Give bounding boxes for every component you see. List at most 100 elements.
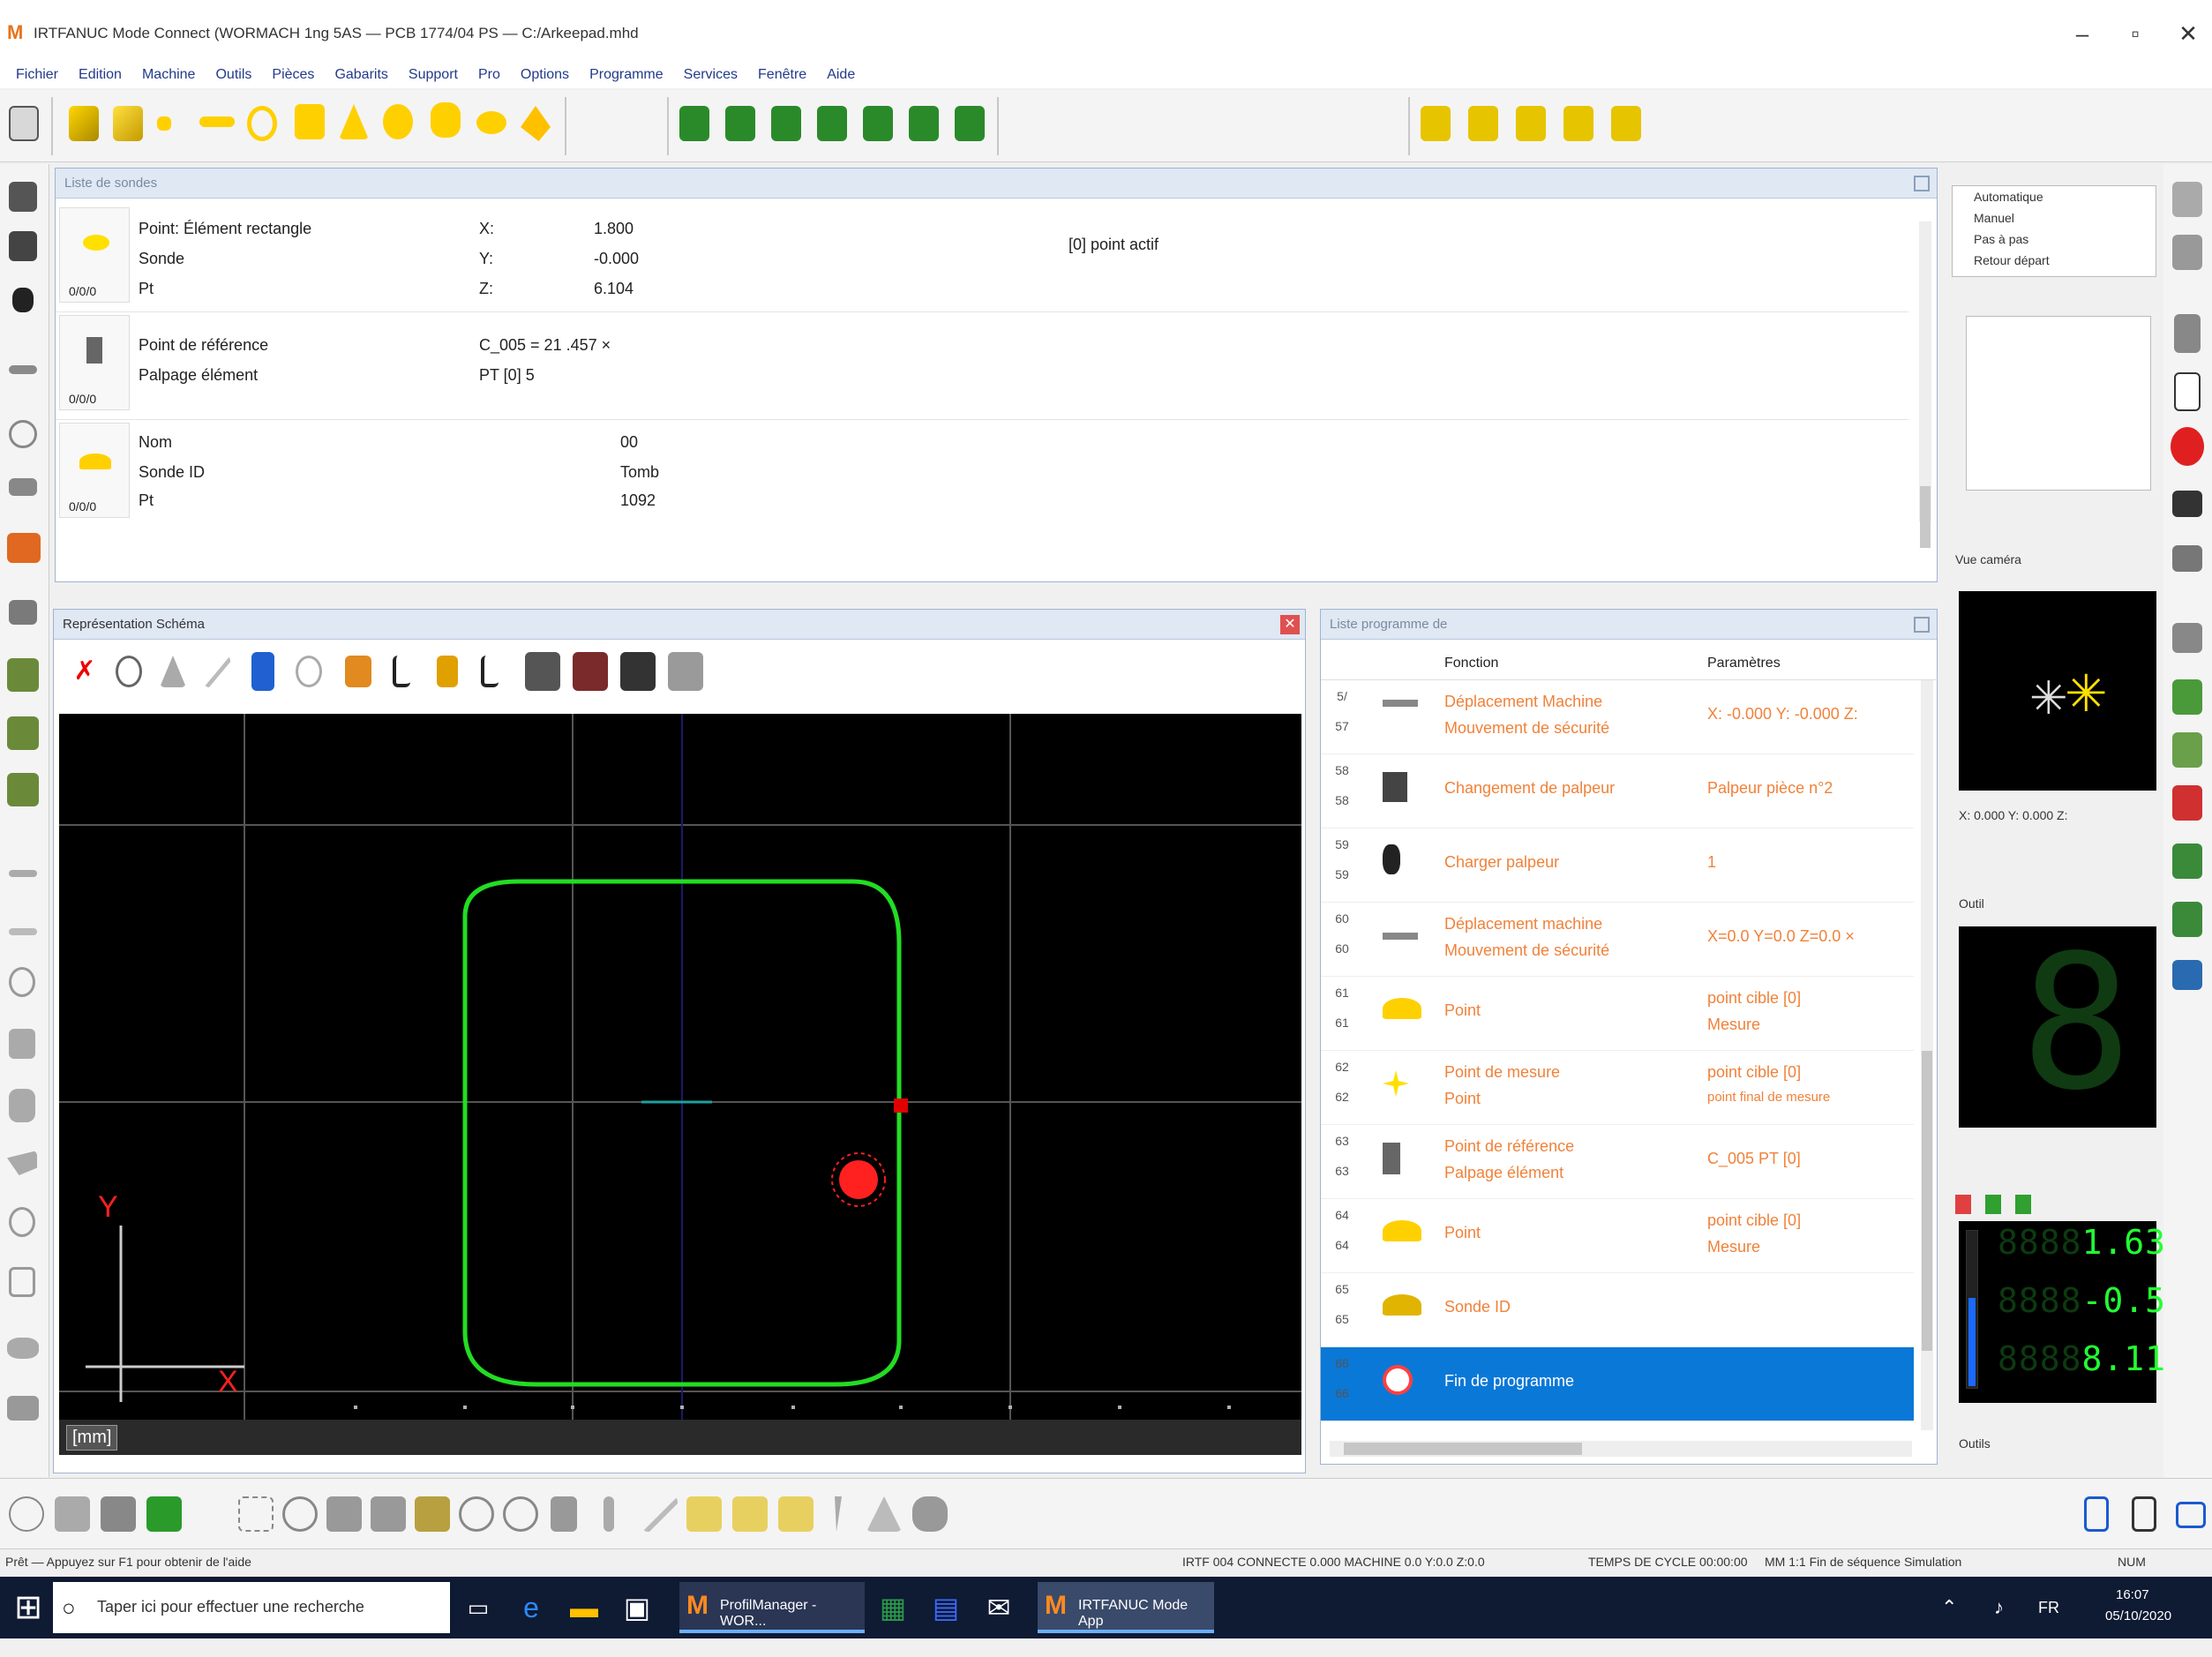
window-2-icon[interactable] <box>2132 1496 2156 1532</box>
pin-icon[interactable] <box>1914 617 1930 633</box>
menu-item[interactable]: Pro <box>478 62 500 88</box>
pin-icon[interactable] <box>1914 176 1930 191</box>
stylus-icon[interactable] <box>12 288 34 312</box>
excel-icon[interactable]: ▦ <box>874 1582 912 1633</box>
cloud-icon[interactable] <box>7 1396 39 1421</box>
menu-item[interactable]: Options <box>521 62 569 88</box>
list-item-thumb[interactable]: 0/0/0 <box>59 423 130 518</box>
hand-icon[interactable] <box>345 656 371 687</box>
menu-item[interactable]: Edition <box>79 62 122 88</box>
plane-tool-icon[interactable] <box>295 104 325 139</box>
window-3-icon[interactable] <box>2176 1502 2206 1528</box>
window-icon[interactable] <box>2084 1496 2109 1532</box>
menu-item[interactable]: Fichier <box>16 62 58 88</box>
wand-icon[interactable] <box>835 1496 842 1532</box>
store-icon[interactable]: ▣ <box>618 1582 656 1633</box>
probe-unload-icon[interactable] <box>1611 106 1641 141</box>
camera-icon[interactable] <box>2172 491 2202 517</box>
delete-icon[interactable]: ✗ <box>71 656 98 687</box>
import-icon[interactable] <box>2172 679 2202 715</box>
pointer-icon[interactable] <box>415 1496 450 1532</box>
sync-icon[interactable] <box>2172 843 2202 879</box>
dot-tool-icon[interactable] <box>157 116 171 131</box>
fixture-3-icon[interactable] <box>7 773 39 806</box>
circle-icon[interactable] <box>9 967 35 997</box>
word-icon[interactable]: ▤ <box>926 1582 965 1633</box>
program-row[interactable]: 58 58 Changement de palpeur Palpeur pièc… <box>1321 754 1914 828</box>
align-icon[interactable] <box>9 478 37 496</box>
list-item-thumb[interactable]: 0/0/0 <box>59 207 130 303</box>
menu-item[interactable]: Services <box>684 62 738 88</box>
edit-yellow-3-icon[interactable] <box>778 1496 814 1532</box>
intersect-tool-icon[interactable] <box>725 106 755 141</box>
axis-icon[interactable] <box>393 656 410 687</box>
menu-item[interactable]: Aide <box>827 62 855 88</box>
edit-yellow-2-icon[interactable] <box>732 1496 768 1532</box>
program-row[interactable]: 65 65 Sonde ID <box>1321 1273 1914 1347</box>
program-row[interactable]: 61 61 Point point cible [0] Mesure <box>1321 977 1914 1051</box>
scrollbar-thumb[interactable] <box>1344 1443 1582 1455</box>
probe-settings-icon[interactable] <box>1468 106 1498 141</box>
rotate-icon[interactable] <box>9 420 37 448</box>
tools-icon[interactable] <box>2172 182 2202 217</box>
alert-icon[interactable] <box>2171 427 2204 466</box>
program-row[interactable]: 64 64 Point point cible [0] Mesure <box>1321 1199 1914 1273</box>
line-icon[interactable] <box>9 870 37 877</box>
car-icon[interactable] <box>912 1496 948 1532</box>
scrollbar-thumb[interactable] <box>1920 486 1931 548</box>
mode-item[interactable]: Pas à pas <box>1974 232 2028 246</box>
edit-yellow-icon[interactable] <box>686 1496 722 1532</box>
horizontal-scrollbar[interactable] <box>1330 1441 1912 1457</box>
fixture-icon[interactable] <box>7 658 39 692</box>
document-icon[interactable] <box>2174 372 2201 411</box>
edit-icon[interactable] <box>9 600 37 625</box>
home-icon[interactable] <box>9 1496 44 1532</box>
mode-item[interactable]: Retour départ <box>1974 253 2050 267</box>
midpoint-tool-icon[interactable] <box>955 106 985 141</box>
mail-icon[interactable]: ✉ <box>979 1582 1018 1633</box>
check-icon[interactable] <box>2015 1195 2031 1214</box>
program-row-selected[interactable]: 66 66 Fin de programme <box>1321 1347 1914 1421</box>
minimize-button[interactable]: – <box>2056 18 2109 49</box>
close-window-button[interactable]: ✕ <box>2162 18 2212 49</box>
angle-tool-icon[interactable] <box>863 106 893 141</box>
point-tool-icon[interactable] <box>69 106 99 141</box>
menu-item[interactable]: Pièces <box>272 62 314 88</box>
view-3d-icon[interactable] <box>525 652 560 691</box>
projection-tool-icon[interactable] <box>771 106 801 141</box>
program-row[interactable]: 5/ 57 Déplacement Machine Mouvement de s… <box>1321 680 1914 754</box>
program-row[interactable]: 63 63 Point de référence Palpage élément… <box>1321 1125 1914 1199</box>
measure-line-icon[interactable] <box>204 656 230 687</box>
target-icon[interactable] <box>296 656 322 687</box>
construct-tool-icon[interactable] <box>679 106 709 141</box>
scrollbar-thumb[interactable] <box>1922 1051 1932 1351</box>
graphic-canvas[interactable]: Y X [mm] <box>59 714 1301 1455</box>
axes-icon[interactable] <box>326 1496 362 1532</box>
print-icon[interactable] <box>2172 960 2202 990</box>
language-indicator[interactable]: FR <box>2038 1582 2082 1633</box>
file-explorer-icon[interactable]: ▬ <box>565 1582 604 1633</box>
gear-icon[interactable] <box>459 1496 494 1532</box>
volume-icon[interactable]: ♪ <box>1994 1582 2029 1633</box>
sphere-icon[interactable] <box>9 1207 35 1237</box>
plane-icon[interactable] <box>9 1029 35 1059</box>
menu-item[interactable]: Outils <box>215 62 251 88</box>
save-icon[interactable] <box>9 106 39 141</box>
archive-icon[interactable] <box>2172 623 2202 653</box>
cone-tool-icon[interactable] <box>339 104 369 139</box>
close-icon[interactable]: ✕ <box>1280 615 1300 634</box>
taskbar-app-profilmanager[interactable]: M ProfilManager - WOR... <box>679 1582 865 1633</box>
hash-icon[interactable] <box>551 1496 577 1532</box>
slot-tool-icon[interactable] <box>521 106 551 141</box>
axis-2-icon[interactable] <box>481 656 499 687</box>
probe-calibration-icon[interactable] <box>1421 106 1451 141</box>
cylinder-tool-icon[interactable] <box>431 102 461 138</box>
menu-item[interactable]: Machine <box>142 62 195 88</box>
clear-icon[interactable] <box>2172 785 2202 821</box>
view-solid-icon[interactable] <box>620 652 656 691</box>
report-icon[interactable] <box>2174 314 2201 353</box>
mode-item[interactable]: Automatique <box>1974 190 2043 204</box>
pan-icon[interactable] <box>160 656 186 687</box>
mode-item[interactable]: Manuel <box>1974 211 2014 225</box>
settings-icon[interactable] <box>2172 235 2202 270</box>
